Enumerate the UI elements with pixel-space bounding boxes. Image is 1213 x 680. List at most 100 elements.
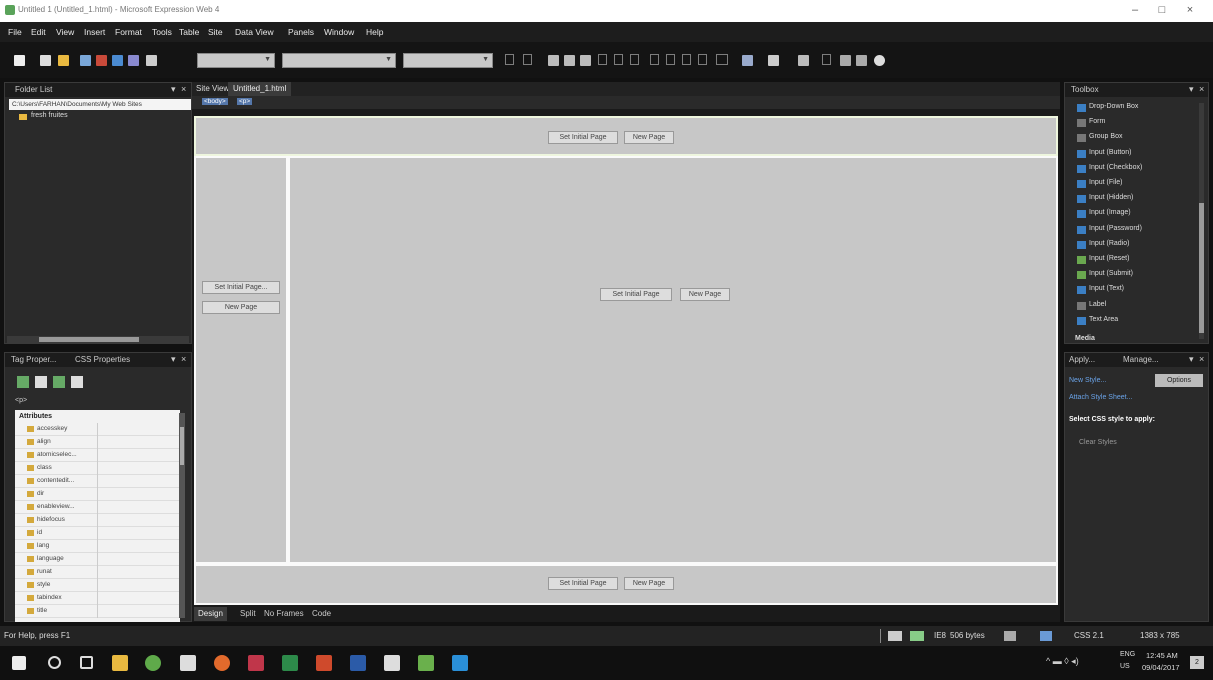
attribute-row[interactable]: accesskey: [15, 423, 180, 436]
toolbox-item[interactable]: Label: [1089, 301, 1106, 308]
access-icon[interactable]: [248, 655, 264, 671]
font-size-dropdown[interactable]: ▼: [403, 53, 493, 68]
start-icon[interactable]: [12, 656, 26, 670]
borders-icon[interactable]: [716, 54, 728, 65]
menu-help[interactable]: Help: [366, 27, 383, 37]
chrome-icon[interactable]: [214, 655, 230, 671]
toolbox-item[interactable]: Input (Reset): [1089, 255, 1129, 262]
task-view-icon[interactable]: [80, 656, 93, 669]
attribute-row[interactable]: lang: [15, 540, 180, 553]
toolbox-item[interactable]: Input (Password): [1089, 225, 1142, 232]
format-painter-icon[interactable]: [146, 55, 157, 66]
attribute-row[interactable]: class: [15, 462, 180, 475]
tab-untitled-1[interactable]: Untitled_1.html: [228, 82, 292, 96]
menu-panels[interactable]: Panels: [288, 27, 314, 37]
preview-icon[interactable]: [112, 55, 123, 66]
scrollbar-thumb[interactable]: [1199, 203, 1204, 333]
style-app-icon[interactable]: [910, 631, 924, 641]
categorized-icon[interactable]: [17, 376, 29, 388]
tab-tag-properties[interactable]: Tag Proper...: [11, 355, 56, 364]
set-initial-page-button[interactable]: Set Initial Page: [600, 288, 672, 301]
attribute-row[interactable]: style: [15, 579, 180, 592]
pin-icon[interactable]: ▾: [171, 84, 176, 95]
font-color-icon[interactable]: [768, 55, 779, 66]
pin-icon[interactable]: ▾: [1189, 84, 1194, 95]
word-icon[interactable]: [350, 655, 366, 671]
close-icon[interactable]: ×: [1199, 84, 1204, 94]
toolbox-item[interactable]: Input (Radio): [1089, 240, 1129, 247]
clear-styles-item[interactable]: Clear Styles: [1079, 439, 1117, 446]
tab-site-view[interactable]: Site View: [196, 84, 229, 93]
attribute-row[interactable]: align: [15, 436, 180, 449]
toolbox-item[interactable]: Drop-Down Box: [1089, 103, 1138, 110]
menu-file[interactable]: File: [8, 27, 22, 37]
scrollbar-thumb[interactable]: [39, 337, 139, 342]
tab-apply-styles[interactable]: Apply...: [1069, 355, 1095, 364]
horizontal-scrollbar[interactable]: [7, 336, 189, 343]
attribute-row[interactable]: enableview...: [15, 501, 180, 514]
table-icon[interactable]: [822, 54, 831, 65]
attribute-row[interactable]: tabindex: [15, 592, 180, 605]
set-initial-page-button[interactable]: Set Initial Page: [548, 131, 618, 144]
visual-aids-icon[interactable]: [888, 631, 902, 641]
options-dropdown[interactable]: Options: [1155, 374, 1203, 387]
tray-icons[interactable]: ^ ▬ ◊ ◂): [1046, 656, 1079, 667]
excel-icon[interactable]: [282, 655, 298, 671]
layer-icon[interactable]: [798, 55, 809, 66]
vertical-scrollbar[interactable]: [1199, 103, 1204, 339]
folder-item-fresh-fruites[interactable]: fresh fruites: [31, 112, 68, 119]
breadcrumb-p[interactable]: <p>: [237, 98, 253, 105]
language-bottom[interactable]: US: [1120, 663, 1130, 670]
doctype-icon[interactable]: [1004, 631, 1016, 641]
toolbox-item[interactable]: Input (Text): [1089, 285, 1124, 292]
publish-icon[interactable]: [96, 55, 107, 66]
toolbox-item[interactable]: Text Area: [1089, 316, 1118, 323]
toolbox-item[interactable]: Group Box: [1089, 133, 1122, 140]
numbered-list-icon[interactable]: [650, 54, 659, 65]
attribute-row[interactable]: language: [15, 553, 180, 566]
set-initial-page-button[interactable]: Set Initial Page...: [202, 281, 280, 294]
expression-web-icon[interactable]: [418, 655, 434, 671]
new-style-link[interactable]: New Style...: [1069, 377, 1106, 384]
attribute-row[interactable]: title: [15, 605, 180, 618]
file-explorer-icon[interactable]: [112, 655, 128, 671]
search-icon[interactable]: [48, 656, 61, 669]
frame-main[interactable]: Set Initial Page New Page: [288, 156, 1058, 564]
menu-tools[interactable]: Tools: [152, 27, 172, 37]
attribute-row[interactable]: atomicselec...: [15, 449, 180, 462]
scrollbar-thumb[interactable]: [180, 427, 184, 465]
toolbox-item[interactable]: Form: [1089, 118, 1105, 125]
folder-icon[interactable]: [58, 55, 69, 66]
frame-bottom[interactable]: Set Initial Page New Page: [194, 564, 1058, 605]
toolbox-item[interactable]: Input (File): [1089, 179, 1122, 186]
show-set-properties-icon[interactable]: [53, 376, 65, 388]
toolbox-item[interactable]: Input (Image): [1089, 209, 1131, 216]
properties-icon[interactable]: [71, 376, 83, 388]
notification-badge[interactable]: 2: [1190, 656, 1204, 669]
attribute-row[interactable]: dir: [15, 488, 180, 501]
new-document-icon[interactable]: [14, 55, 25, 66]
toolbox-item[interactable]: Input (Checkbox): [1089, 164, 1142, 171]
style-dropdown[interactable]: ▼: [197, 53, 275, 68]
undo-icon[interactable]: [505, 54, 514, 65]
align-right-icon[interactable]: [630, 54, 639, 65]
underline-icon[interactable]: [580, 55, 591, 66]
print-icon[interactable]: [128, 55, 139, 66]
save-icon[interactable]: [80, 55, 91, 66]
tab-code[interactable]: Code: [312, 609, 331, 618]
new-page-button[interactable]: New Page: [624, 131, 674, 144]
align-left-icon[interactable]: [598, 54, 607, 65]
tab-css-properties[interactable]: CSS Properties: [75, 355, 130, 364]
app-icon[interactable]: [145, 655, 161, 671]
highlight-icon[interactable]: [742, 55, 753, 66]
menu-edit[interactable]: Edit: [31, 27, 46, 37]
open-icon[interactable]: [40, 55, 51, 66]
tab-design[interactable]: Design: [194, 607, 227, 621]
close-button[interactable]: ×: [1183, 4, 1197, 16]
menu-table[interactable]: Table: [179, 27, 199, 37]
tab-no-frames[interactable]: No Frames: [264, 609, 304, 618]
pin-icon[interactable]: ▾: [1189, 354, 1194, 365]
bold-icon[interactable]: [548, 55, 559, 66]
attributes-section[interactable]: Attributes: [19, 413, 52, 420]
calculator-icon[interactable]: [180, 655, 196, 671]
